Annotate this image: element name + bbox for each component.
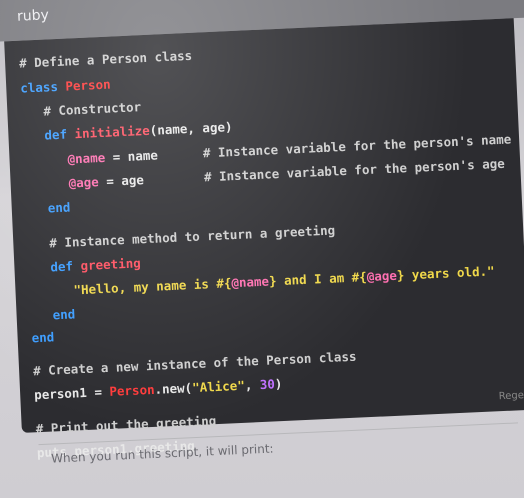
code-line: end bbox=[52, 306, 76, 323]
code-block: # Define a Person class class Person # C… bbox=[4, 18, 524, 460]
language-label: ruby bbox=[16, 7, 50, 25]
code-line: # Print out the greeting bbox=[35, 413, 217, 437]
code-line: # Define a Person class bbox=[18, 47, 193, 71]
code-line: end bbox=[47, 199, 71, 216]
code-line: end bbox=[31, 329, 55, 346]
code-line: # Create a new instance of the Person cl… bbox=[32, 348, 357, 379]
photo-scene: ruby # Define a Person class class Perso… bbox=[0, 0, 524, 498]
screen-content: ruby # Define a Person class class Perso… bbox=[0, 0, 524, 498]
code-line: class Person bbox=[19, 76, 111, 96]
code-line: def initialize(name, age) bbox=[44, 119, 233, 143]
code-line: def greeting bbox=[50, 255, 142, 275]
code-line: person1 = Person.new("Alice", 30) bbox=[33, 376, 283, 403]
code-line: # Instance method to return a greeting bbox=[49, 222, 336, 251]
copy-button[interactable]: Rege bbox=[499, 390, 524, 402]
code-line: # Constructor bbox=[43, 99, 142, 119]
